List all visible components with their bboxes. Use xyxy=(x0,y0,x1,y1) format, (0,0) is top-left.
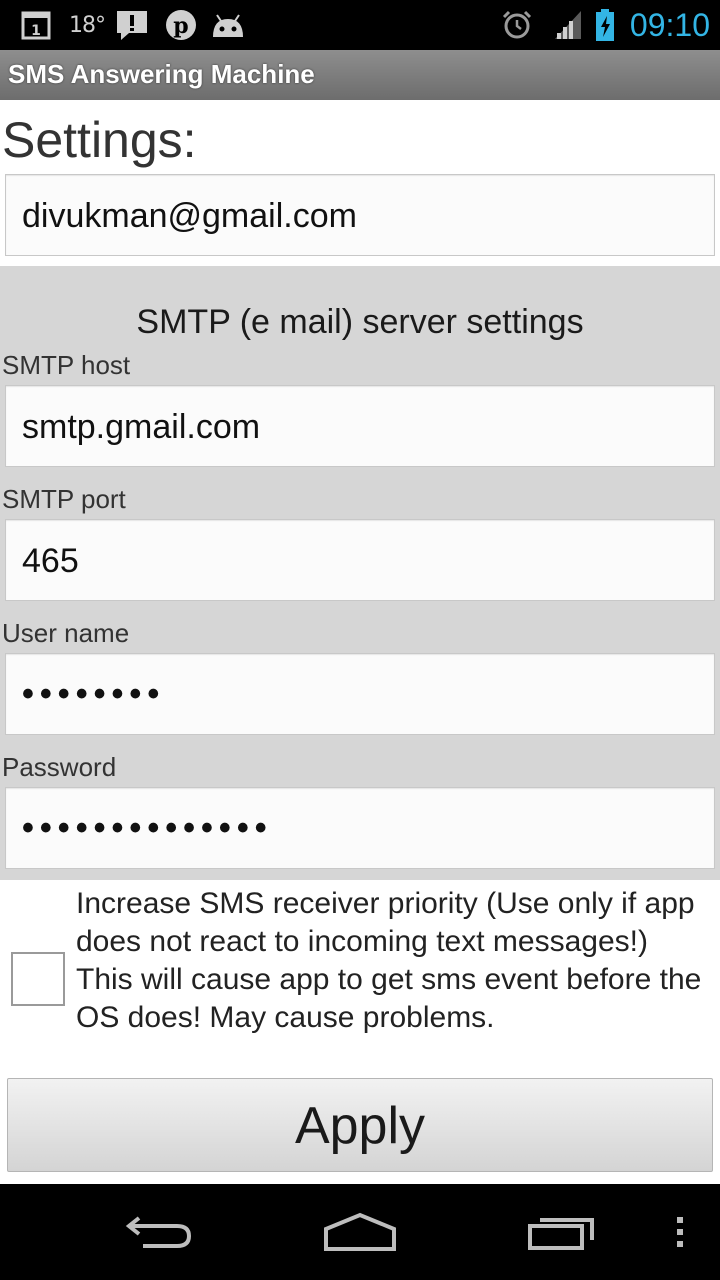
password-field[interactable]: •••••••••••••• xyxy=(5,787,715,869)
app-title-bar: SMS Answering Machine xyxy=(0,50,720,100)
settings-heading: Settings: xyxy=(2,112,197,168)
svg-text:p: p xyxy=(173,13,188,39)
back-icon[interactable] xyxy=(118,1208,198,1256)
clock-time: 09:10 xyxy=(629,7,710,43)
email-field[interactable]: divukman@gmail.com xyxy=(5,174,715,256)
android-icon xyxy=(208,8,248,42)
temperature-icon: 18° xyxy=(69,12,106,38)
svg-text:1: 1 xyxy=(31,23,41,39)
username-label: User name xyxy=(2,618,130,648)
smtp-host-field[interactable]: smtp.gmail.com xyxy=(5,385,715,467)
smtp-heading: SMTP (e mail) server settings xyxy=(136,303,584,341)
smtp-port-field[interactable]: 465 xyxy=(5,519,715,601)
priority-checkbox[interactable] xyxy=(11,952,65,1006)
navigation-bar xyxy=(0,1184,720,1280)
smtp-host-value: smtp.gmail.com xyxy=(22,408,261,446)
home-icon[interactable] xyxy=(318,1208,402,1256)
calendar-icon: 1 xyxy=(20,8,52,42)
smtp-host-label: SMTP host xyxy=(2,350,131,380)
pinterest-icon: p xyxy=(164,8,198,42)
priority-checkbox-label: Increase SMS receiver priority (Use only… xyxy=(76,887,702,1034)
recent-apps-icon[interactable] xyxy=(522,1208,602,1256)
email-value: divukman@gmail.com xyxy=(22,197,357,235)
battery-charging-icon xyxy=(594,8,616,42)
username-value: •••••••• xyxy=(22,675,166,713)
apply-button[interactable]: Apply xyxy=(7,1078,713,1172)
smtp-port-label: SMTP port xyxy=(2,484,126,514)
smtp-port-value: 465 xyxy=(22,542,79,580)
signal-icon xyxy=(552,8,584,42)
password-label: Password xyxy=(2,752,117,782)
alert-icon xyxy=(114,8,150,42)
app-title: SMS Answering Machine xyxy=(8,59,315,89)
username-field[interactable]: •••••••• xyxy=(5,653,715,735)
alarm-icon xyxy=(500,8,534,42)
password-value: •••••••••••••• xyxy=(22,809,273,847)
menu-icon[interactable] xyxy=(668,1208,692,1256)
status-bar: 1 18° p 09:10 xyxy=(0,0,720,50)
